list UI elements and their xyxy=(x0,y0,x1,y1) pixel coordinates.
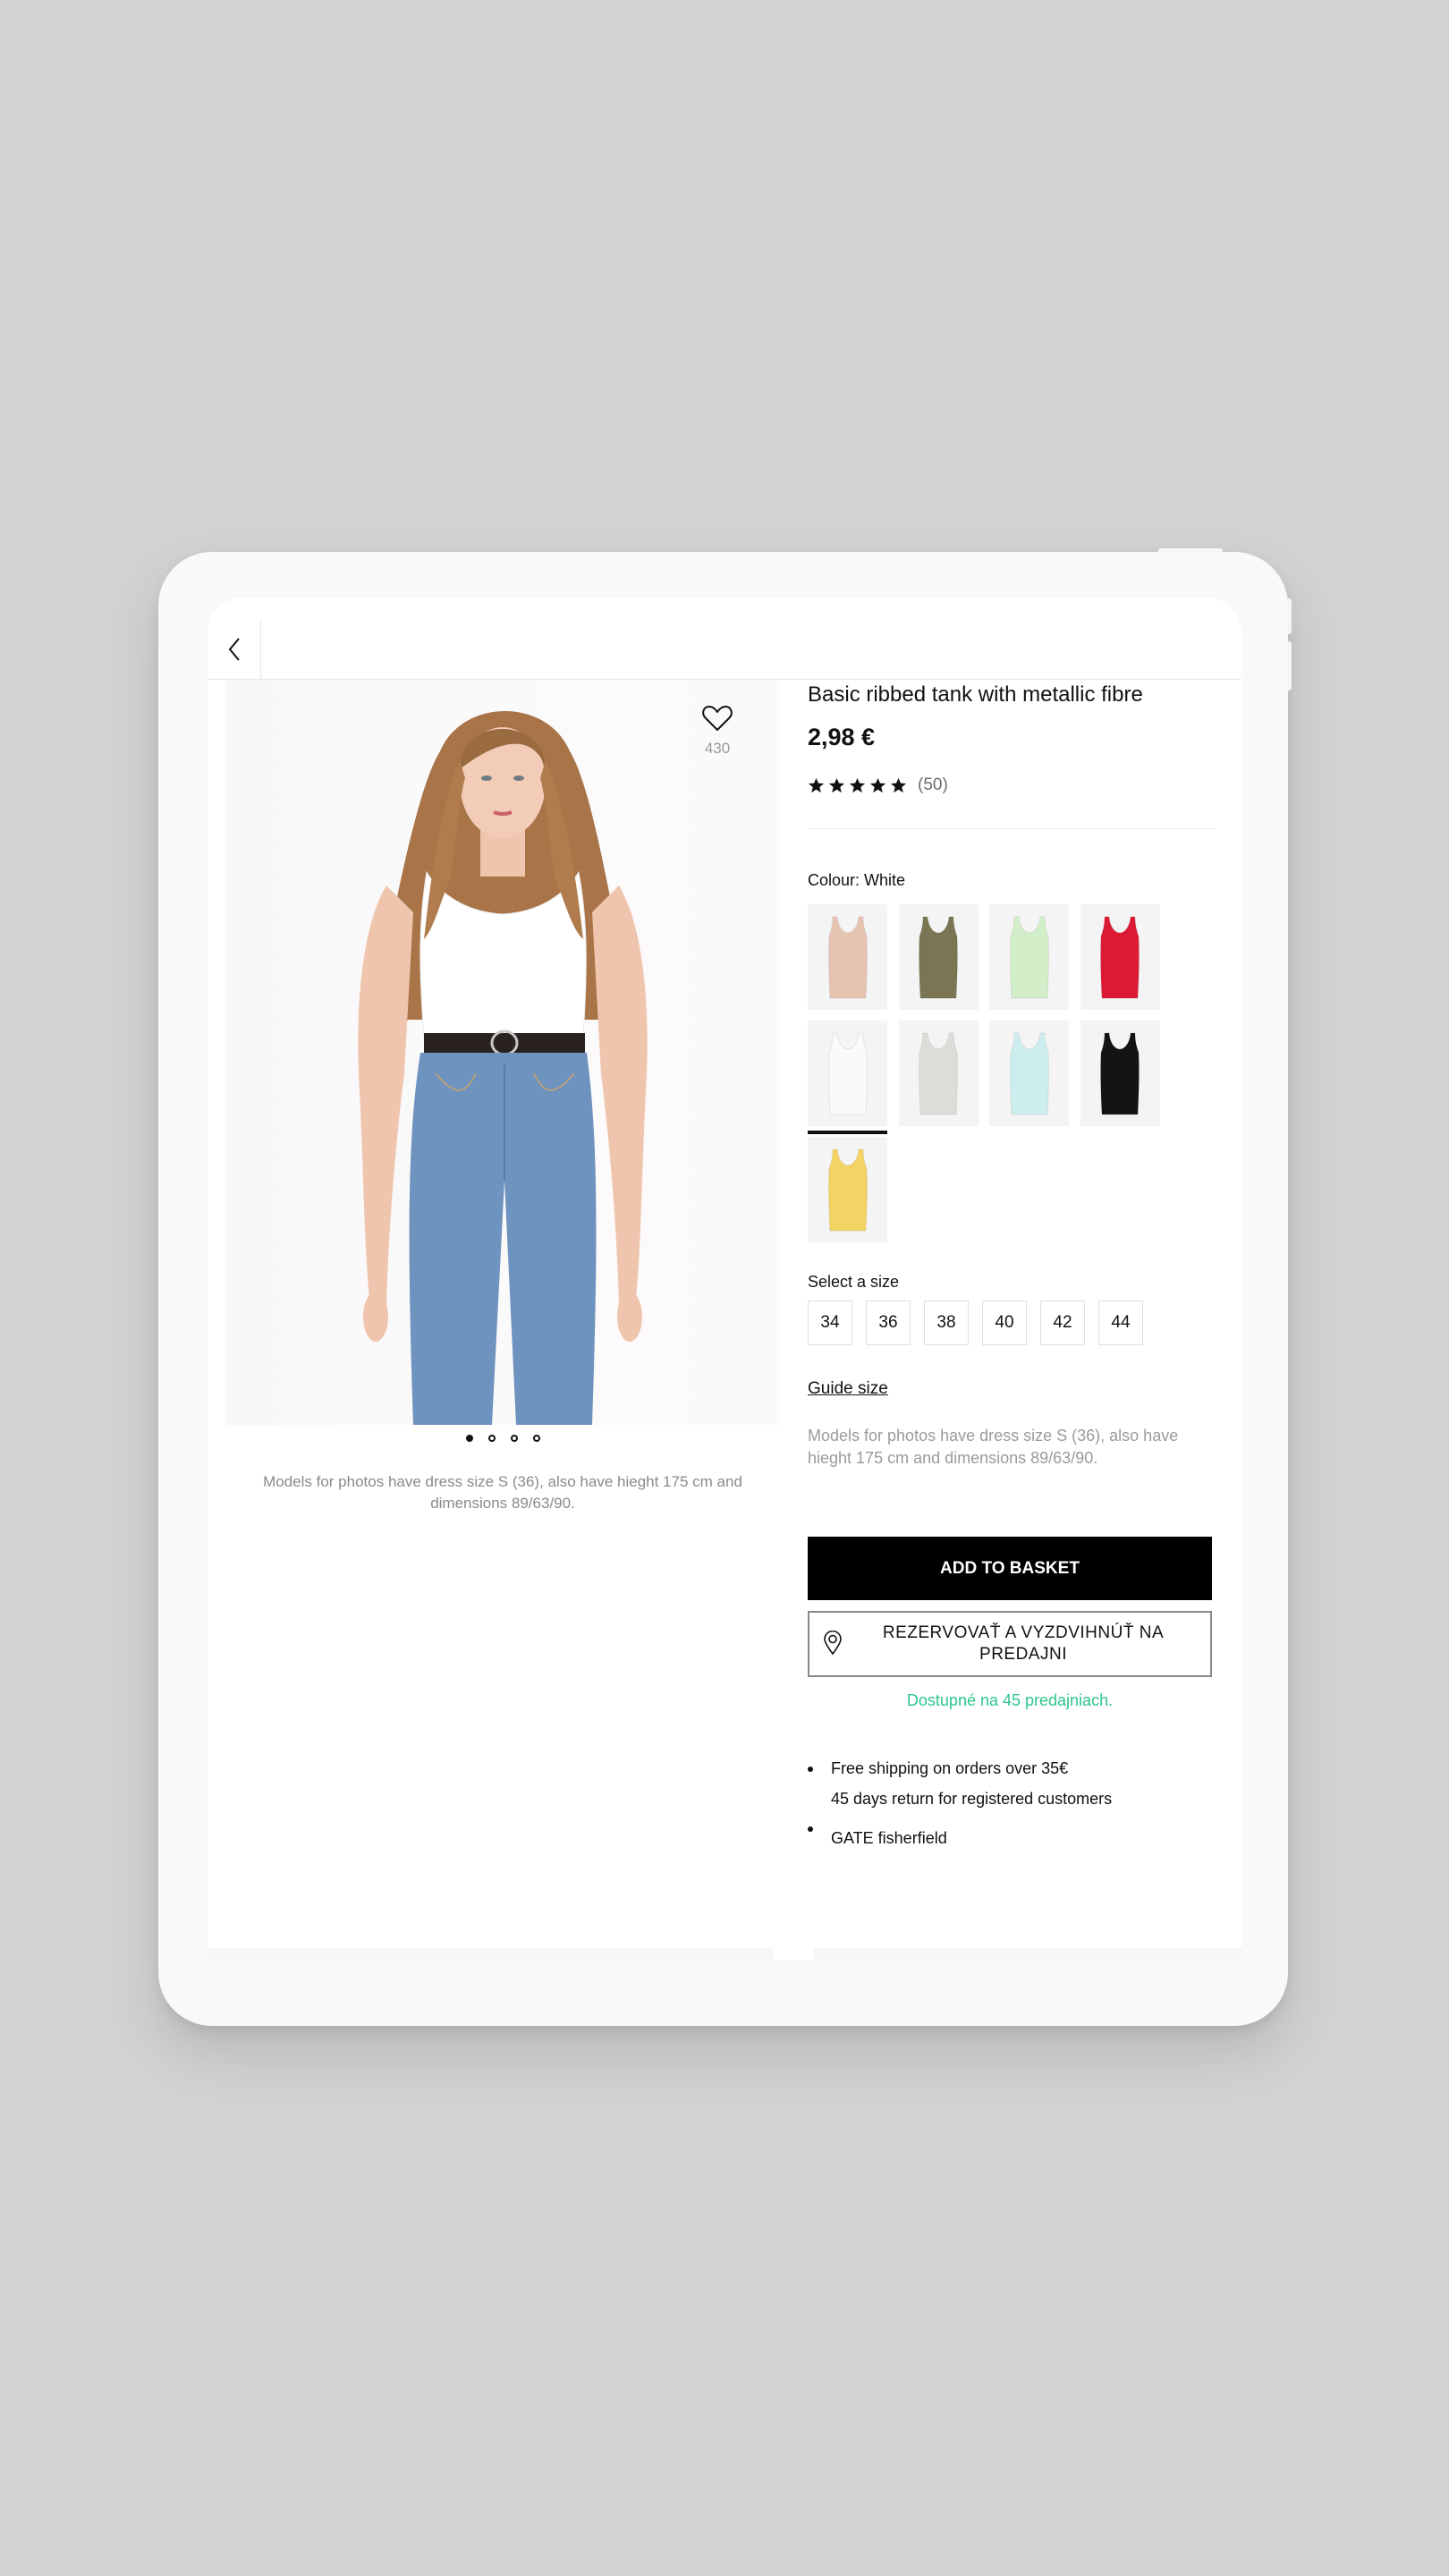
tank-top-icon xyxy=(919,916,958,999)
app-screen: 430 Models for photos have dress size S … xyxy=(208,597,1241,1960)
tablet-frame: 430 Models for photos have dress size S … xyxy=(158,548,1292,2026)
tank-top-icon xyxy=(1009,1032,1049,1115)
colour-swatch[interactable] xyxy=(1080,1021,1160,1126)
colour-swatch[interactable] xyxy=(989,904,1069,1010)
tank-top-icon xyxy=(1100,1032,1140,1115)
tank-top-icon xyxy=(919,1032,958,1115)
tablet-power-button xyxy=(1158,548,1223,554)
back-button[interactable] xyxy=(208,620,261,679)
benefit-text: GATE fisherfield xyxy=(831,1829,947,1847)
tablet-volume-up xyxy=(1287,598,1292,634)
star-icon xyxy=(890,777,907,792)
benefit-text: 45 days return for registered customers xyxy=(831,1790,1113,1808)
gallery-dot[interactable] xyxy=(532,1435,540,1442)
model-image xyxy=(358,711,648,1425)
size-option[interactable]: 38 xyxy=(924,1301,969,1345)
bottom-bar xyxy=(208,1948,1241,1960)
gallery-dot[interactable] xyxy=(510,1435,518,1442)
photo-caption: Models for photos have dress size S (36)… xyxy=(263,1473,742,1512)
bullet xyxy=(808,1826,813,1832)
model-size-note: Models for photos have dress size S (36)… xyxy=(808,1427,1179,1467)
size-option[interactable]: 34 xyxy=(808,1301,852,1345)
product-title: Basic ribbed tank with metallic fibre xyxy=(808,682,1143,707)
favourite-button[interactable]: 430 xyxy=(695,705,740,758)
colour-label: Colour: White xyxy=(808,871,906,889)
tank-top-icon xyxy=(827,916,868,999)
size-label: Select a size xyxy=(808,1273,900,1291)
size-option[interactable]: 44 xyxy=(1098,1301,1143,1345)
colour-swatch[interactable] xyxy=(808,904,887,1010)
benefits-list: Free shipping on orders over 35€ 45 days… xyxy=(808,1753,1212,1853)
product-price: 2,98 € xyxy=(808,724,876,750)
gallery-dot[interactable] xyxy=(487,1435,496,1442)
benefit-text: Free shipping on orders over 35€ xyxy=(831,1759,1069,1777)
tank-top-icon xyxy=(827,1032,868,1115)
benefit-item: Free shipping on orders over 35€ 45 days… xyxy=(808,1753,1212,1814)
product-photo[interactable]: 430 xyxy=(225,680,780,1425)
colour-swatch[interactable] xyxy=(898,904,979,1010)
tank-top-icon xyxy=(827,1148,868,1232)
star-icon xyxy=(808,777,825,792)
size-option[interactable]: 40 xyxy=(982,1301,1027,1345)
top-bar xyxy=(208,597,1241,680)
tank-top-icon xyxy=(1009,916,1049,999)
size-option[interactable]: 42 xyxy=(1040,1301,1085,1345)
reserve-label: REZERVOVAŤ A VYZDVIHNÚŤ NA PREDAJNI xyxy=(882,1623,1165,1664)
tank-top-icon xyxy=(1100,916,1140,999)
product-rating[interactable]: (50) xyxy=(808,775,948,795)
chevron-left-icon xyxy=(228,638,240,661)
bullet xyxy=(808,1767,813,1772)
gallery-dot[interactable] xyxy=(465,1435,473,1442)
divider xyxy=(808,828,1215,829)
colour-swatch[interactable] xyxy=(1080,904,1160,1010)
star-icon xyxy=(869,777,886,792)
colour-swatch[interactable] xyxy=(989,1021,1069,1126)
heart-icon xyxy=(702,706,733,731)
star-icon xyxy=(849,777,866,792)
size-guide-link[interactable]: Guide size xyxy=(808,1379,888,1399)
benefit-item: GATE fisherfield xyxy=(808,1823,1212,1853)
reserve-in-store-button[interactable]: REZERVOVAŤ A VYZDVIHNÚŤ NA PREDAJNI xyxy=(808,1611,1212,1677)
star-icon xyxy=(828,777,845,792)
favourite-count: 430 xyxy=(704,740,731,757)
tablet-volume-down xyxy=(1287,641,1292,691)
add-to-basket-button[interactable]: ADD TO BASKET xyxy=(808,1537,1212,1600)
colour-swatch[interactable] xyxy=(808,1021,887,1134)
rating-count: (50) xyxy=(918,775,948,794)
colour-swatch[interactable] xyxy=(808,1137,887,1242)
location-pin-icon xyxy=(824,1631,842,1656)
gallery-pagination xyxy=(208,1435,798,1442)
colour-swatch[interactable] xyxy=(898,1021,979,1126)
store-availability: Dostupné na 45 predajniach. xyxy=(906,1691,1114,1709)
size-option[interactable]: 36 xyxy=(866,1301,911,1345)
